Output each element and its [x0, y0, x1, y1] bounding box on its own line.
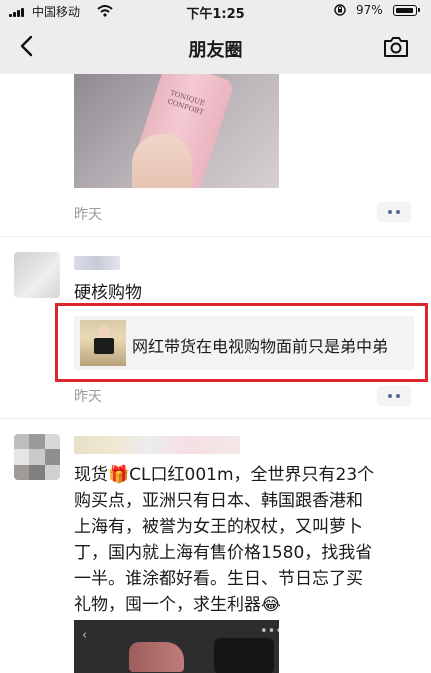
post-divider	[0, 418, 431, 419]
user-name[interactable]	[74, 436, 240, 454]
bottle-label: TONIQUE CONFORT	[166, 88, 206, 117]
top-bar: 中国移动 下午1:25 97% 朋友圈	[0, 0, 431, 74]
lipstick-cap-image	[214, 638, 274, 673]
avatar[interactable]	[14, 252, 60, 298]
post-time: 昨天	[74, 389, 102, 405]
post-text-line: 上海有，被誉为女王的权杖，又叫萝卜	[74, 517, 363, 537]
post-photo[interactable]: ‹ •••	[74, 620, 279, 673]
hand-image	[132, 134, 192, 188]
post-photo[interactable]: TONIQUE CONFORT	[74, 74, 279, 188]
status-bar: 中国移动 下午1:25 97%	[0, 0, 431, 22]
battery-percent: 97%	[356, 3, 383, 17]
post-text: 现货🎁CL口红001m，全世界只有23个 购买点，亚洲只有日本、韩国跟香港和 上…	[74, 462, 420, 618]
rotation-lock-icon	[334, 4, 346, 16]
user-name[interactable]	[74, 256, 120, 270]
post-text-line: 丁，国内就上海有售价格1580，找我省	[74, 543, 373, 563]
chevron-left-icon: ‹	[82, 628, 88, 643]
lipstick-image	[129, 642, 184, 672]
post-divider	[0, 236, 431, 237]
camera-icon[interactable]	[381, 33, 411, 61]
avatar[interactable]	[14, 434, 60, 480]
comment-more-button[interactable]	[377, 202, 411, 222]
post-time: 昨天	[74, 207, 102, 223]
comment-more-button[interactable]	[377, 386, 411, 406]
highlight-annotation-box	[55, 303, 428, 382]
post-text-line: 一半。谁涂都好看。生日、节日忘了买	[74, 569, 363, 589]
page-title: 朋友圈	[188, 40, 243, 61]
post-text-line: 礼物，囤一个，求生利器😂	[74, 595, 281, 615]
battery-icon	[393, 5, 420, 16]
battery-fill	[395, 7, 413, 13]
post-text-line: 现货🎁CL口红001m，全世界只有23个	[74, 465, 375, 485]
post-text-line: 购买点，亚洲只有日本、韩国跟香港和	[74, 491, 363, 511]
more-icon: •••	[260, 624, 279, 639]
